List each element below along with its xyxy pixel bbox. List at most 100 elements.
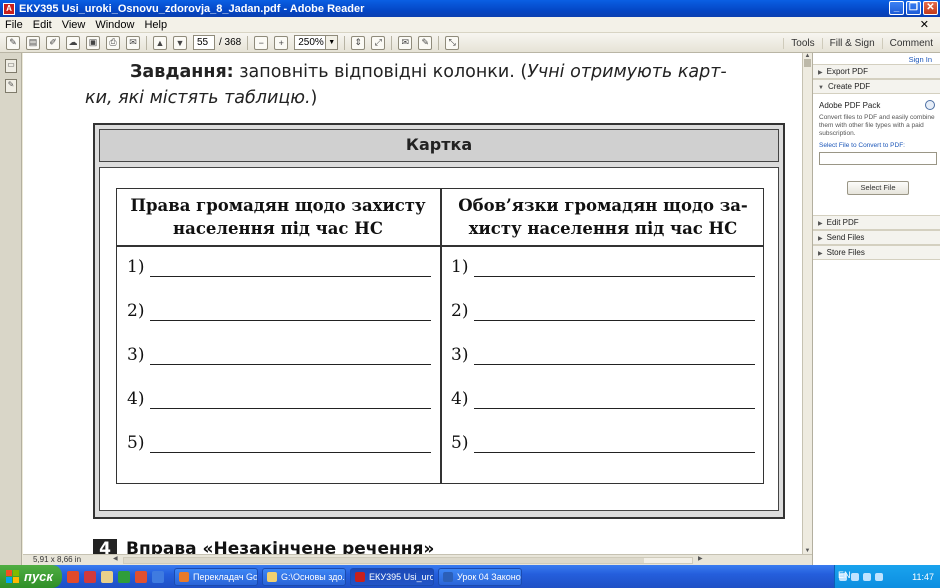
answer-line [474,364,755,366]
pages-icon[interactable]: ▭ [5,59,17,73]
exercise-number: 4 [93,539,117,554]
scroll-left-icon[interactable]: ◀ [113,555,118,562]
email-icon[interactable]: ✉ [126,35,140,50]
menu-file[interactable]: File [0,19,28,31]
attachment-icon[interactable]: ✎ [5,79,17,93]
close-button[interactable]: ✕ [923,1,938,15]
vertical-scrollbar[interactable]: ▲ ▼ [802,53,812,554]
toolbar-right-links: Tools Fill & Sign Comment [783,33,940,53]
task-label: G:\Основы здо... [281,571,346,582]
toolbar-separator [438,35,440,50]
toolbar-separator [146,35,147,50]
table-row: 4) [127,389,432,410]
expand-icon[interactable]: ⤡ [445,35,460,50]
table-row: 3) [451,345,756,366]
taskbar-item-word[interactable]: Урок 04 Законо... [438,567,522,586]
firefox-icon [179,571,189,582]
pack-description: Convert files to PDF and easily combine … [819,114,935,137]
send-files-section[interactable]: ▶ Send Files [813,230,940,245]
tools-pane: Sign In ▶ Export PDF ▼ Create PDF Adobe PD… [812,53,940,565]
folder-icon [267,571,277,582]
task-label: Урок 04 Законо... [457,571,522,582]
create-icon[interactable]: ✎ [6,35,20,50]
page-up-icon[interactable]: ▲ [153,35,167,50]
highlight-icon[interactable]: ✎ [418,35,433,50]
cloud-icon[interactable]: ☁ [66,35,80,50]
print-icon[interactable]: ⎙ [106,35,120,50]
zoom-dropdown-icon[interactable]: ▼ [326,35,339,50]
taskbar-item-adobe-reader[interactable]: ЕКУ395 Usi_uro... [350,567,434,586]
browser-icon[interactable] [118,570,130,583]
taskbar-item-translator[interactable]: Перекладач Go... [174,567,258,586]
folder-icon[interactable] [101,570,113,583]
menu-bar: File Edit View Window Help ✕ [0,17,940,33]
answer-line [474,320,755,322]
zoom-in-icon[interactable]: + [274,35,289,50]
maximize-button[interactable]: ❐ [906,1,921,15]
menu-edit[interactable]: Edit [28,19,57,31]
task2-end: ) [310,88,318,108]
tray-icon[interactable] [863,572,871,581]
edit-icon[interactable]: ✐ [46,35,60,50]
chevron-right-icon: ▶ [818,70,823,76]
answer-line [150,364,431,366]
card-title: Картка [99,129,779,162]
chevron-down-icon: ▼ [818,85,824,91]
export-pdf-section[interactable]: ▶ Export PDF [813,64,940,79]
task-text: заповніть відповідні колонки. ( [233,62,528,82]
start-button[interactable]: пуск [0,565,62,588]
scroll-thumb[interactable] [804,59,811,67]
pdf-icon[interactable]: ▤ [26,35,40,50]
export-pdf-label: Export PDF [826,67,868,76]
horizontal-scrollbar[interactable] [123,557,693,564]
task-line: Завдання: заповніть відповідні колонки. … [130,62,727,82]
firefox-icon[interactable] [135,570,147,583]
right-column-header: Обов’язки громадян щодо за- хисту населе… [458,196,748,238]
scroll-right-icon[interactable]: ▶ [698,555,703,562]
pack-title: Adobe PDF Pack [819,101,881,110]
sign-in-link[interactable]: Sign In [909,55,932,64]
row-number: 3) [127,345,145,365]
create-pdf-section[interactable]: ▼ Create PDF [813,79,940,94]
opera-icon[interactable] [67,570,79,583]
fit-page-icon[interactable]: ⇕ [351,35,366,50]
select-file-field[interactable] [819,152,937,165]
answer-line [150,276,431,278]
scroll-thumb[interactable] [124,558,644,563]
comment-link[interactable]: Comment [881,37,940,49]
status-bar: 5,91 x 8,66 in ◀ ▶ [23,554,812,565]
edit-pdf-section[interactable]: ▶ Edit PDF [813,215,940,230]
page-down-icon[interactable]: ▼ [173,35,187,50]
fill-sign-link[interactable]: Fill & Sign [821,37,882,49]
close-document-icon[interactable]: ✕ [915,18,934,31]
menu-help[interactable]: Help [139,19,172,31]
volume-icon[interactable] [875,572,883,581]
menu-window[interactable]: Window [90,19,139,31]
answer-line [474,452,755,454]
help-icon[interactable] [925,100,935,110]
adobe-reader-icon: A [3,2,15,15]
page-number-input[interactable]: 55 [193,35,215,50]
fit-width-icon[interactable]: ⤢ [371,35,386,50]
taskbar-item-folder[interactable]: G:\Основы здо... [262,567,346,586]
rights-duties-table: Права громадян щодо захисту населення пі… [116,188,764,484]
zoom-out-icon[interactable]: − [254,35,269,50]
minimize-button[interactable]: _ [889,1,904,15]
answer-line [150,452,431,454]
comment-icon[interactable]: ✉ [398,35,413,50]
save-icon[interactable]: ▣ [86,35,100,50]
tray-icon[interactable] [851,572,859,581]
document-view[interactable]: Завдання: заповніть відповідні колонки. … [23,53,802,554]
language-indicator[interactable]: EN [838,570,851,580]
tools-link[interactable]: Tools [783,37,821,49]
store-files-section[interactable]: ▶ Store Files [813,245,940,260]
media-icon[interactable] [84,570,96,583]
desktop-icon[interactable] [152,570,164,583]
window-controls: _ ❐ ✕ [889,1,938,15]
menu-view[interactable]: View [57,19,91,31]
row-number: 5) [127,433,145,453]
chevron-right-icon: ▶ [818,251,823,257]
select-file-button[interactable]: Select File [847,181,909,195]
answer-line [474,276,755,278]
zoom-input[interactable]: 250% [294,35,327,50]
